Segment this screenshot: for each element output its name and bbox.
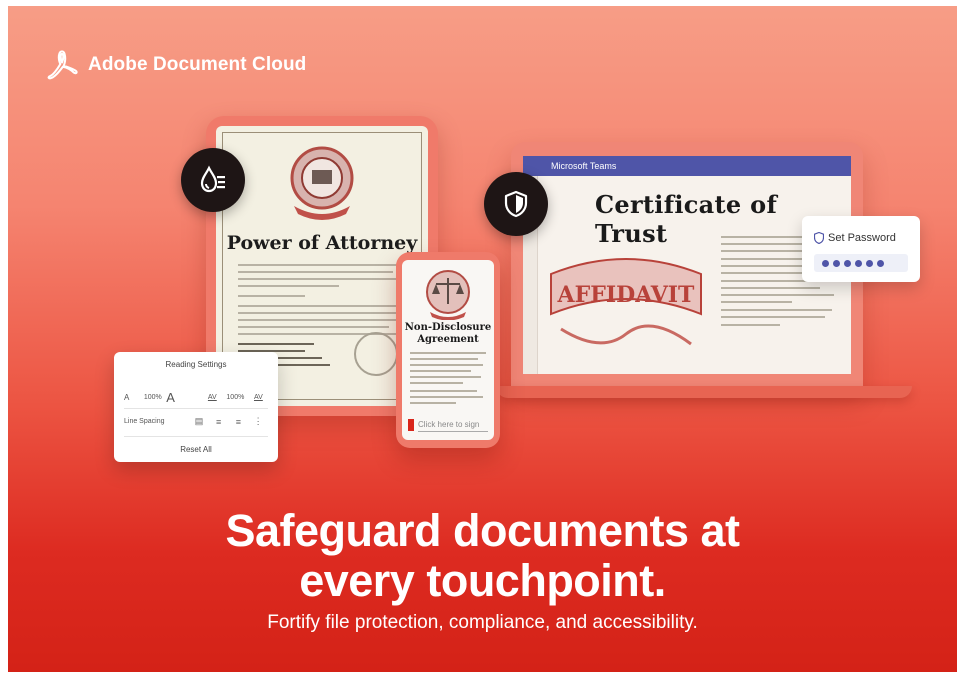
sign-flag-icon [408, 419, 414, 431]
brand-name: Adobe Document Cloud [88, 54, 307, 75]
font-size-value: 100% [143, 394, 162, 401]
affidavit-banner-icon: AFFIDAVIT [550, 258, 702, 346]
divider [124, 436, 268, 437]
document-title: Power of Attorney [226, 232, 418, 254]
font-size-row: A 100% A AV 100% AV [124, 390, 268, 405]
increase-font-button[interactable]: A [166, 390, 181, 405]
banner-text: AFFIDAVIT [557, 282, 696, 308]
nda-title: Non-Disclosure Agreement [402, 322, 494, 346]
password-dot [866, 259, 873, 267]
reading-settings-panel: Reading Settings A 100% A AV 100% AV Lin… [114, 352, 278, 462]
password-field[interactable] [814, 254, 908, 272]
spacing-wide-icon[interactable]: ≡ [229, 417, 249, 427]
headline: Safeguard documents at every touchpoint. [8, 506, 957, 606]
subheadline: Fortify file protection, compliance, and… [267, 612, 698, 633]
scales-of-justice-icon [426, 270, 470, 320]
password-dot [833, 259, 840, 267]
spacing-wider-icon[interactable]: ⋮ [248, 416, 268, 427]
laptop-base [496, 386, 912, 398]
seal-emblem-icon [290, 146, 354, 220]
reading-settings-title: Reading Settings [165, 360, 227, 369]
set-password-card[interactable]: Set Password [802, 216, 920, 282]
brand: Adobe Document Cloud [44, 48, 306, 82]
line-spacing-label: Line Spacing [124, 418, 165, 425]
spacing-compact-icon[interactable]: ▤ [189, 416, 209, 427]
line-spacing-row: Line Spacing ▤ ≡ ≡ ⋮ [124, 416, 268, 427]
password-dot [844, 259, 851, 267]
headline-line2: every touchpoint. [299, 555, 666, 606]
nda-title-line2: Agreement [417, 334, 479, 345]
headline-line1: Safeguard documents at [225, 505, 740, 556]
char-spacing-button[interactable]: AV [203, 394, 222, 401]
sign-field[interactable]: Click here to sign [408, 418, 488, 432]
divider [124, 408, 268, 409]
nda-title-line1: Non-Disclosure [404, 322, 492, 333]
reset-all-button[interactable]: Reset All [114, 445, 278, 454]
watermark-drop-icon [181, 148, 245, 212]
shield-icon [484, 172, 548, 236]
char-spacing-value: 100% [226, 394, 245, 401]
sign-placeholder: Click here to sign [418, 419, 488, 432]
set-password-label: Set Password [828, 232, 896, 244]
teams-title-bar: Microsoft Teams [523, 156, 851, 176]
shield-small-icon [814, 232, 824, 244]
acrobat-logo-icon [47, 50, 78, 80]
promo-banner: Adobe Document Cloud Power of Attorney M… [8, 6, 957, 672]
nda-body-lines [410, 352, 486, 408]
word-spacing-button[interactable]: AV [249, 394, 268, 401]
spacing-normal-icon[interactable]: ≡ [209, 417, 229, 427]
password-dot [822, 259, 829, 267]
password-dot [855, 259, 862, 267]
phone-device: Non-Disclosure Agreement Click here to s… [396, 252, 500, 448]
phone-screen: Non-Disclosure Agreement Click here to s… [402, 260, 494, 440]
decrease-font-button[interactable]: A [124, 393, 139, 402]
password-dot [877, 259, 884, 267]
notary-stamp-icon [354, 332, 398, 376]
